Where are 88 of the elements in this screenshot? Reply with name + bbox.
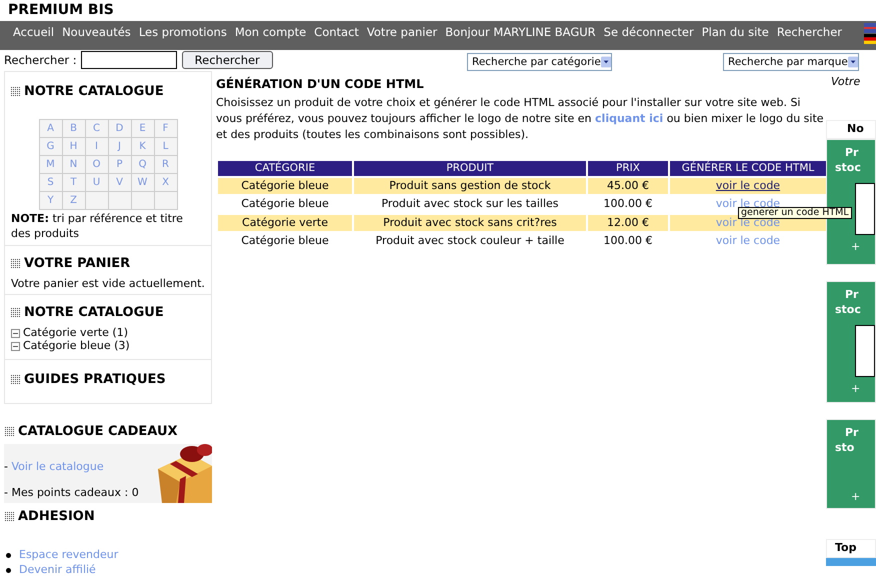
nav-link[interactable]: Les promotions: [138, 24, 227, 42]
collapse-icon[interactable]: [11, 328, 20, 338]
nav-link[interactable]: Se déconnecter: [604, 24, 694, 42]
search-button[interactable]: Rechercher: [182, 51, 273, 70]
letter-link[interactable]: R: [154, 156, 178, 174]
section-title: GUIDES PRATIQUES: [24, 370, 166, 388]
letter-link[interactable]: Q: [132, 156, 154, 174]
section-title: NOTRE CATALOGUE: [24, 304, 164, 322]
bullet-icon: [6, 568, 11, 573]
letter-link[interactable]: H: [62, 138, 86, 156]
dash-text: -: [4, 460, 9, 472]
more-link[interactable]: +: [835, 489, 860, 506]
flag-icon[interactable]: [864, 34, 876, 44]
table-cell: Produit sans gestion de stock: [354, 178, 586, 194]
card-title: sto: [835, 440, 854, 455]
table-cell: Catégorie verte: [218, 214, 352, 231]
letter-link[interactable]: S: [40, 174, 62, 192]
letter-link[interactable]: J: [108, 138, 132, 156]
section-title: ADHESION: [18, 508, 95, 526]
letter-link[interactable]: N: [62, 156, 86, 174]
letter-link[interactable]: Y: [40, 192, 62, 210]
box-header: No: [826, 120, 876, 139]
letter-link[interactable]: B: [62, 120, 86, 138]
letter-link[interactable]: U: [86, 174, 108, 192]
card-title: Pr: [844, 145, 858, 160]
table-cell: 45.00 €: [588, 178, 668, 194]
card-title: Pr: [844, 287, 858, 302]
section-title: VOTRE PANIER: [24, 255, 130, 273]
search-field[interactable]: [80, 51, 177, 70]
membership-link[interactable]: Espace revendeur: [19, 547, 118, 564]
letter-link[interactable]: O: [86, 156, 108, 174]
nav-link[interactable]: Accueil: [13, 24, 54, 42]
view-code-link[interactable]: voir le code: [716, 234, 780, 247]
letter-link[interactable]: W: [132, 174, 154, 192]
table-cell: Catégorie bleue: [218, 178, 352, 194]
letter-link[interactable]: C: [86, 120, 108, 138]
letter-link[interactable]: D: [108, 120, 132, 138]
nav-link[interactable]: Nouveautés: [62, 24, 131, 42]
view-code-link[interactable]: voir le code: [716, 197, 780, 210]
table-cell: Produit avec stock sans crit?res: [354, 214, 586, 231]
letter-link[interactable]: K: [132, 138, 154, 156]
box-bar: [826, 558, 876, 566]
intro-paragraph: Choisissez un produit de votre choix et générer le code HTML associé pour l'installer sur votre site web. Si vous préférez, vous pouvez toujours afficher le logo de notre site en cliquant ici ou bien mixer le logo du site et des produits (toutes les combinaisons sont possibles).: [216, 94, 824, 142]
column-header: PRIX: [588, 160, 668, 176]
column-header: CATÉGORIE: [218, 160, 352, 176]
column-header: PRODUIT: [354, 160, 586, 176]
section-title: CATALOGUE CADEAUX: [18, 423, 178, 441]
more-link[interactable]: +: [835, 239, 860, 256]
cart-status: Votre panier est vide actuellement.: [11, 276, 205, 292]
letter-link[interactable]: P: [108, 156, 132, 174]
catalogue-link[interactable]: Voir le catalogue: [11, 460, 104, 472]
more-link[interactable]: +: [835, 381, 860, 398]
nav-link[interactable]: Bonjour MARYLINE BAGUR: [445, 24, 596, 42]
card-title: Pr: [844, 425, 858, 440]
letter-link[interactable]: E: [132, 120, 154, 138]
letter-link[interactable]: L: [154, 138, 178, 156]
letter-link[interactable]: I: [86, 138, 108, 156]
letter-link[interactable]: X: [154, 174, 178, 192]
bullet-icon: [6, 553, 11, 558]
column-header: GÉNÉRER LE CODE HTML: [670, 160, 826, 176]
gift-points: - Mes points cadeaux : 0: [4, 485, 139, 501]
letter-link[interactable]: F: [154, 120, 178, 138]
brand-select[interactable]: Recherche par marque: [723, 53, 859, 72]
nav-link[interactable]: Mon compte: [234, 24, 306, 42]
nav-link[interactable]: Plan du site: [702, 24, 769, 42]
site-title: PREMIUM BIS: [8, 1, 114, 20]
letter-link[interactable]: M: [40, 156, 62, 174]
membership-link[interactable]: Devenir affilié: [19, 562, 96, 578]
nav-link[interactable]: Votre panier: [366, 24, 438, 42]
box-header: Top: [826, 539, 876, 558]
tooltip: generer un code HTML: [738, 206, 852, 218]
table-cell: 12.00 €: [588, 214, 668, 231]
nav-link[interactable]: Contact: [314, 24, 359, 42]
letter-link[interactable]: V: [108, 174, 132, 192]
note-text: NOTE: tri par référence et titre des produits: [11, 211, 184, 241]
letter-link[interactable]: G: [40, 138, 62, 156]
section-title: NOTRE CATALOGUE: [24, 82, 164, 100]
welcome-text: Votre: [830, 74, 860, 90]
card-title: stoc: [835, 160, 861, 175]
search-label: Rechercher :: [4, 52, 77, 69]
nav-link[interactable]: Rechercher: [776, 24, 842, 42]
collapse-icon[interactable]: [11, 342, 20, 350]
category-select[interactable]: Recherche par catégorie: [467, 53, 612, 72]
card-title: stoc: [835, 302, 861, 317]
letter-link[interactable]: T: [62, 174, 86, 192]
letter-link[interactable]: A: [40, 120, 62, 138]
letter-link[interactable]: Z: [62, 192, 86, 210]
page-heading: GÉNÉRATION D'UN CODE HTML: [216, 76, 425, 92]
